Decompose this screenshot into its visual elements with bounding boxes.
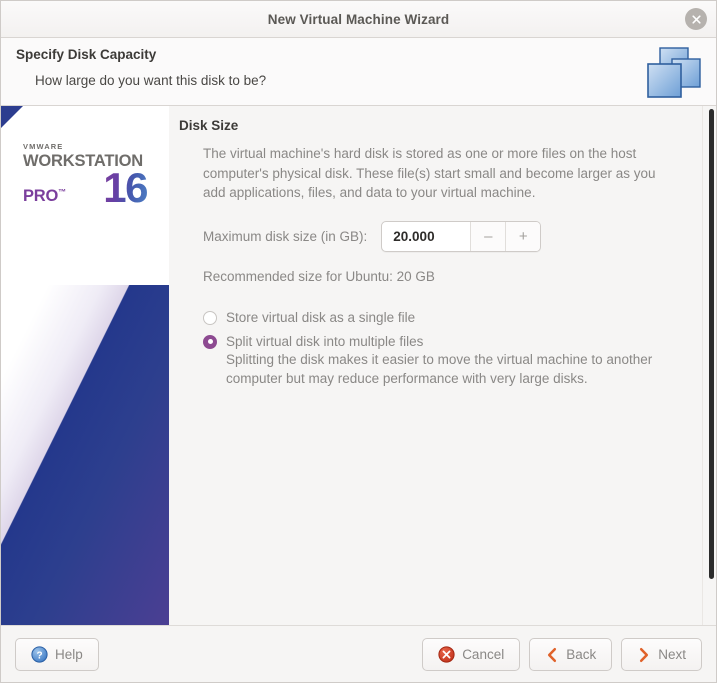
option-multiple-files-description: Splitting the disk makes it easier to mo… <box>226 352 653 387</box>
question-circle-icon: ? <box>31 646 48 663</box>
recommended-size-text: Recommended size for Ubuntu: 20 GB <box>203 268 435 284</box>
close-button[interactable] <box>685 8 707 30</box>
option-multiple-files[interactable]: Split virtual disk into multiple files S… <box>203 333 698 389</box>
option-single-file-label: Store virtual disk as a single file <box>226 309 416 325</box>
increment-button[interactable]: + <box>505 221 541 251</box>
vmware-workstation-logo: VMWARE WORKSTATION PRO™ 16 <box>23 142 153 212</box>
close-icon <box>691 14 701 24</box>
brand-pro-text: PRO™ <box>23 186 66 205</box>
title-bar: New Virtual Machine Wizard <box>1 1 716 38</box>
next-button[interactable]: Next <box>621 638 702 671</box>
back-button[interactable]: Back <box>529 638 613 671</box>
radio-multiple-files[interactable] <box>203 334 217 349</box>
option-single-file[interactable]: Store virtual disk as a single file <box>203 309 698 326</box>
chevron-left-icon <box>548 647 557 662</box>
radio-single-file[interactable] <box>203 310 217 325</box>
cancel-button-label: Cancel <box>462 647 505 662</box>
main-content: Disk Size The virtual machine's hard dis… <box>169 106 716 625</box>
wizard-header: Specify Disk Capacity How large do you w… <box>1 38 716 106</box>
vertical-scrollbar[interactable] <box>702 106 716 625</box>
next-button-label: Next <box>658 647 686 662</box>
scrollbar-thumb[interactable] <box>709 109 714 579</box>
max-disk-size-label: Maximum disk size (in GB): <box>203 228 368 244</box>
window-title: New Virtual Machine Wizard <box>267 11 450 27</box>
decrement-button[interactable]: – <box>470 221 506 251</box>
new-virtual-machine-wizard-window: New Virtual Machine Wizard Specify Disk … <box>0 0 717 683</box>
gradient-artwork <box>1 285 169 625</box>
disk-size-section-title: Disk Size <box>179 118 239 133</box>
page-title: Specify Disk Capacity <box>16 47 157 62</box>
wizard-body: VMWARE WORKSTATION PRO™ 16 Disk Size The… <box>1 106 716 625</box>
chevron-right-icon <box>640 647 649 662</box>
cancel-button[interactable]: Cancel <box>422 638 521 671</box>
help-button[interactable]: ? Help <box>15 638 99 671</box>
error-circle-icon <box>438 646 455 663</box>
brand-version-text: 16 <box>103 164 148 212</box>
corner-triangle-decoration <box>1 106 23 128</box>
svg-text:?: ? <box>36 650 42 661</box>
option-multiple-files-label: Split virtual disk into multiple files <box>226 333 424 349</box>
disk-size-description: The virtual machine's hard disk is store… <box>203 146 656 201</box>
wizard-footer: ? Help Cancel Back Next <box>1 625 716 682</box>
help-button-label: Help <box>55 647 83 662</box>
branding-sidebar: VMWARE WORKSTATION PRO™ 16 <box>1 106 169 625</box>
brand-vmware-text: VMWARE <box>23 142 64 151</box>
max-disk-size-input[interactable] <box>382 221 471 251</box>
max-disk-size-spinner[interactable]: – + <box>381 220 542 252</box>
disk-storage-options: Store virtual disk as a single file Spli… <box>203 309 698 389</box>
vmware-squares-logo-icon <box>647 47 701 98</box>
back-button-label: Back <box>566 647 597 662</box>
page-subtitle: How large do you want this disk to be? <box>35 73 267 88</box>
max-disk-size-row: Maximum disk size (in GB): – + <box>203 220 698 252</box>
